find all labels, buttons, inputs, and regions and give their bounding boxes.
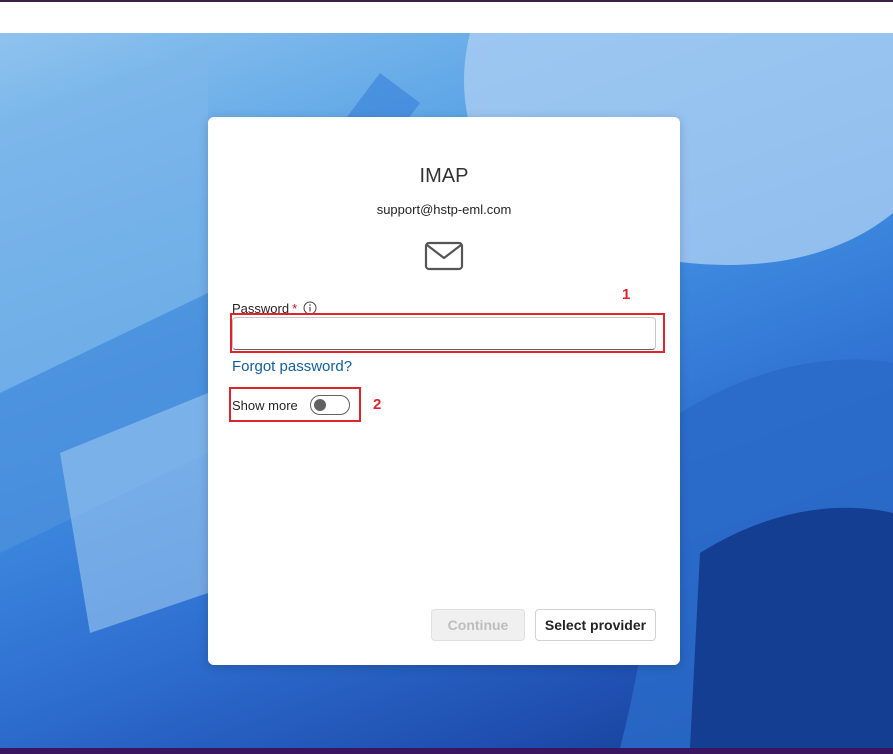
forgot-password-link[interactable]: Forgot password? — [232, 358, 352, 375]
annotation-number-1: 1 — [622, 286, 631, 303]
mail-icon — [424, 241, 464, 271]
select-provider-button[interactable]: Select provider — [535, 609, 656, 641]
account-email: support@hstp-eml.com — [376, 202, 512, 217]
annotation-number-2: 2 — [373, 396, 382, 413]
annotation-box-1 — [230, 313, 665, 353]
window-top-bar — [0, 0, 893, 33]
taskbar — [0, 748, 893, 754]
dialog-title: IMAP — [419, 165, 469, 187]
annotation-box-2 — [229, 387, 361, 422]
continue-button[interactable]: Continue — [431, 609, 525, 641]
